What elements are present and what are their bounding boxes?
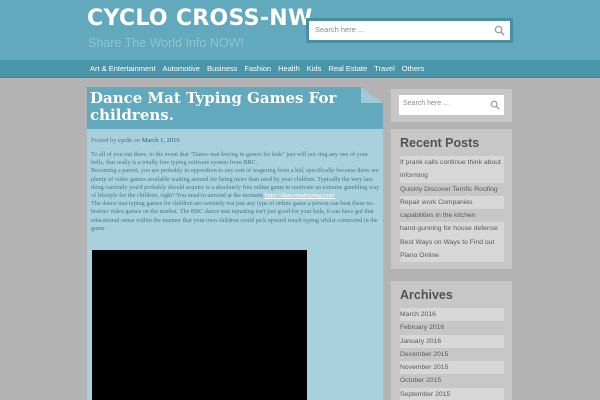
recent-posts-list: If prank calls continue think about info…: [400, 156, 504, 263]
post-content: To all of you out there, in the event th…: [91, 151, 381, 233]
archives-list: March 2016 February 2016 January 2016 Decem…: [400, 308, 504, 400]
header-search-input[interactable]: Search here ...: [309, 21, 510, 40]
archive-month-link[interactable]: February 2016: [400, 321, 504, 335]
site-title[interactable]: CYCLO CROSS-NW: [87, 6, 313, 31]
main-navigation: Art & Entertainment Automotive Business Fas…: [0, 60, 600, 78]
post-external-link[interactable]: https://dancemattyping.com/: [264, 192, 335, 199]
post-paragraph-2-text: Becoming a parent, you are probably in o…: [91, 167, 380, 200]
header-search-placeholder: Search here ...: [315, 25, 365, 34]
archive-month-link[interactable]: January 2016: [400, 334, 504, 348]
site-tagline: Share The World Info NOW!: [88, 36, 244, 50]
archive-month-link[interactable]: December 2015: [400, 347, 504, 362]
post-paragraph-3: The dance mat typing games for children …: [91, 200, 378, 232]
post-meta-prefix: Posted by: [91, 137, 117, 144]
recent-post-link[interactable]: hand-gunning for house defense: [400, 222, 504, 236]
search-icon[interactable]: [490, 100, 500, 110]
sidebar-search-widget: Search here ...: [391, 89, 512, 122]
archive-month-link[interactable]: November 2015: [400, 361, 504, 375]
nav-item-kids[interactable]: Kids: [307, 64, 322, 73]
embedded-video-player[interactable]: [92, 250, 307, 400]
recent-post-link[interactable]: Quickly Discover Terrific Roofing: [400, 182, 504, 196]
sidebar-search-placeholder: Search here ...: [403, 100, 449, 107]
post-title[interactable]: Dance Mat Typing Games For childrens.: [90, 90, 362, 124]
post-header: Dance Mat Typing Games For childrens.: [87, 87, 383, 129]
archives-widget: Archives March 2016 February 2016 January …: [391, 281, 512, 400]
nav-item-travel[interactable]: Travel: [374, 64, 395, 73]
post-corner-fold: [361, 87, 383, 103]
recent-post-link[interactable]: If prank calls continue think about info…: [400, 156, 504, 183]
nav-item-automotive[interactable]: Automotive: [162, 64, 200, 73]
nav-item-others[interactable]: Others: [402, 64, 425, 73]
nav-item-art-entertainment[interactable]: Art & Entertainment: [90, 64, 155, 73]
nav-item-health[interactable]: Health: [278, 64, 300, 73]
search-icon[interactable]: [494, 25, 505, 36]
nav-menu: Art & Entertainment Automotive Business Fas…: [90, 64, 431, 73]
site-header: CYCLO CROSS-NW Share The World Info NOW!…: [0, 0, 600, 60]
archive-month-link[interactable]: September 2015: [400, 387, 504, 400]
post-article: Dance Mat Typing Games For childrens. Po…: [87, 87, 383, 400]
sidebar-search-input[interactable]: Search here ...: [399, 95, 504, 115]
recent-posts-widget: Recent Posts If prank calls continue thi…: [391, 129, 512, 269]
post-meta: Posted by cycle on March 1, 2016: [91, 137, 180, 144]
nav-item-fashion[interactable]: Fashion: [244, 64, 271, 73]
header-search-form: Search here ...: [306, 18, 513, 43]
post-date-link[interactable]: March 1, 2016: [142, 137, 180, 144]
nav-item-real-estate[interactable]: Real Estate: [328, 64, 367, 73]
recent-post-link[interactable]: capabilities in the kitchen: [400, 209, 504, 223]
recent-posts-title: Recent Posts: [400, 136, 480, 150]
post-author-link[interactable]: cycle: [118, 137, 132, 144]
recent-post-link[interactable]: Repair work Companies: [400, 195, 504, 210]
post-paragraph-2: Becoming a parent, you are probably in o…: [91, 167, 381, 200]
post-paragraph-1: To all of you out there, in the event th…: [91, 151, 368, 167]
archives-title: Archives: [400, 288, 453, 302]
archive-month-link[interactable]: October 2015: [400, 374, 504, 388]
recent-post-link[interactable]: Best Ways on Ways to Find out Piano Onli…: [400, 235, 504, 263]
post-meta-on: on: [133, 137, 140, 144]
nav-item-business[interactable]: Business: [207, 64, 237, 73]
archive-month-link[interactable]: March 2016: [400, 308, 504, 322]
